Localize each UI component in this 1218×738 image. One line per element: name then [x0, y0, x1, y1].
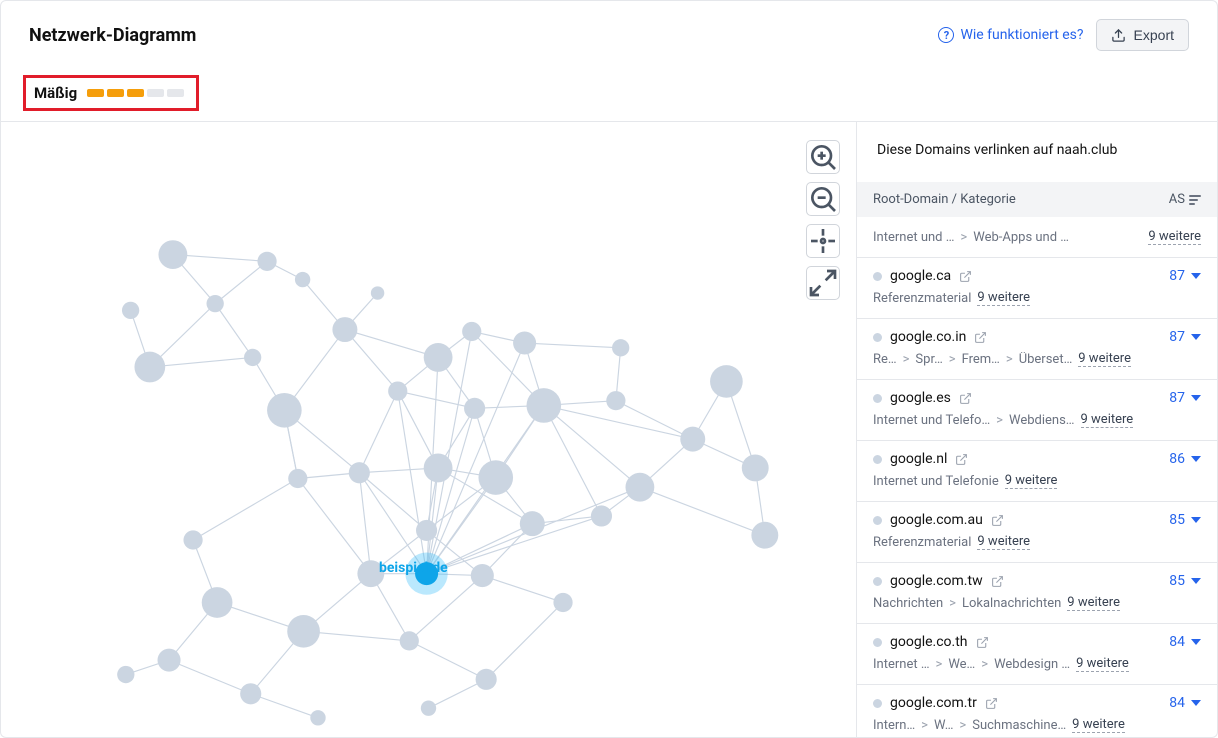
- density-indicator[interactable]: Mäßig: [23, 75, 199, 111]
- domain-name[interactable]: google.co.in: [890, 329, 966, 345]
- domain-dot-icon: [873, 394, 882, 403]
- as-score[interactable]: 84: [1169, 634, 1201, 650]
- zoom-out-icon: [807, 183, 839, 215]
- center-icon: [807, 225, 839, 257]
- external-link-icon[interactable]: [991, 514, 1004, 527]
- category-more[interactable]: 9 weitere: [977, 290, 1030, 306]
- domain-row: google.es 87 Internet und Telefo…>Webdie…: [857, 380, 1217, 441]
- domain-row: google.com.au 85 Referenzmaterial 9 weit…: [857, 502, 1217, 563]
- chevron-down-icon: [1191, 273, 1201, 279]
- col-domain-header[interactable]: Root-Domain / Kategorie: [873, 192, 1016, 207]
- as-score[interactable]: 87: [1169, 268, 1201, 284]
- external-link-icon[interactable]: [955, 453, 968, 466]
- chevron-down-icon: [1191, 334, 1201, 340]
- fullscreen-button[interactable]: [806, 266, 840, 300]
- chevron-down-icon: [1191, 578, 1201, 584]
- external-link-icon[interactable]: [976, 636, 989, 649]
- domain-dot-icon: [873, 333, 882, 342]
- domain-name[interactable]: google.ca: [890, 268, 951, 284]
- domain-dot-icon: [873, 455, 882, 464]
- as-score[interactable]: 87: [1169, 390, 1201, 406]
- domain-name[interactable]: google.com.tw: [890, 573, 983, 589]
- external-link-icon[interactable]: [959, 392, 972, 405]
- chevron-down-icon: [1191, 700, 1201, 706]
- sort-icon: [1189, 195, 1201, 205]
- upload-icon: [1111, 28, 1126, 43]
- category-more[interactable]: 9 weitere: [1076, 656, 1129, 672]
- col-as-header[interactable]: AS: [1169, 192, 1201, 207]
- category-more[interactable]: 9 weitere: [1005, 473, 1058, 489]
- domain-dot-icon: [873, 699, 882, 708]
- chevron-down-icon: [1191, 639, 1201, 645]
- external-link-icon[interactable]: [985, 697, 998, 710]
- external-link-icon[interactable]: [991, 575, 1004, 588]
- category-more[interactable]: 9 weitere: [977, 534, 1030, 550]
- how-it-works-label: Wie funktioniert es?: [960, 27, 1083, 43]
- domain-dot-icon: [873, 638, 882, 647]
- domain-dot-icon: [873, 516, 882, 525]
- density-segments: [87, 89, 184, 97]
- domain-row: google.nl 86 Internet und Telefonie 9 we…: [857, 441, 1217, 502]
- domain-name[interactable]: google.es: [890, 390, 951, 406]
- domain-name[interactable]: google.nl: [890, 451, 947, 467]
- fit-button[interactable]: [806, 224, 840, 258]
- expand-icon: [807, 267, 839, 299]
- external-link-icon[interactable]: [974, 331, 987, 344]
- as-score[interactable]: 84: [1169, 695, 1201, 711]
- domain-dot-icon: [873, 272, 882, 281]
- zoom-out-button[interactable]: [806, 182, 840, 216]
- export-button[interactable]: Export: [1096, 19, 1189, 51]
- question-icon: ?: [938, 27, 954, 43]
- domain-row: google.co.th 84 Internet …>We…>Webdesign…: [857, 624, 1217, 685]
- chevron-down-icon: [1191, 517, 1201, 523]
- domain-row: google.com.tw 85 Nachrichten>Lokalnachri…: [857, 563, 1217, 624]
- category-more[interactable]: 9 weitere: [1078, 351, 1131, 367]
- domain-name[interactable]: google.co.th: [890, 634, 968, 650]
- domain-name[interactable]: google.com.tr: [890, 695, 977, 711]
- how-it-works-link[interactable]: ? Wie funktioniert es?: [938, 27, 1083, 43]
- domain-row: google.co.in 87 Re…>Spr…>Frem…>Überset… …: [857, 319, 1217, 380]
- zoom-in-button[interactable]: [806, 140, 840, 174]
- category-more[interactable]: 9 weitere: [1081, 412, 1134, 428]
- domain-row: google.com.tr 84 Intern…>W…>Suchmaschine…: [857, 685, 1217, 737]
- zoom-in-icon: [807, 141, 839, 173]
- export-label: Export: [1134, 27, 1174, 43]
- chevron-down-icon: [1191, 395, 1201, 401]
- page-title: Netzwerk-Diagramm: [29, 25, 196, 46]
- sidebar-title: Diese Domains verlinken auf naah.club: [857, 122, 1217, 182]
- domain-row: google.ca 87 Referenzmaterial 9 weitere: [857, 258, 1217, 319]
- domain-dot-icon: [873, 577, 882, 586]
- domain-name[interactable]: google.com.au: [890, 512, 983, 528]
- as-score[interactable]: 85: [1169, 512, 1201, 528]
- category-breadcrumb: Internet und …>Web-Apps und … 9 weitere: [857, 217, 1217, 258]
- category-more[interactable]: 9 weitere: [1067, 595, 1120, 611]
- as-score[interactable]: 86: [1169, 451, 1201, 467]
- as-score[interactable]: 87: [1169, 329, 1201, 345]
- as-score[interactable]: 85: [1169, 573, 1201, 589]
- external-link-icon[interactable]: [959, 270, 972, 283]
- network-graph[interactable]: beispiel.de: [1, 122, 857, 737]
- chevron-down-icon: [1191, 456, 1201, 462]
- category-more[interactable]: 9 weitere: [1072, 717, 1125, 733]
- breadcrumb-more[interactable]: 9 weitere: [1148, 229, 1201, 245]
- density-label: Mäßig: [34, 84, 77, 102]
